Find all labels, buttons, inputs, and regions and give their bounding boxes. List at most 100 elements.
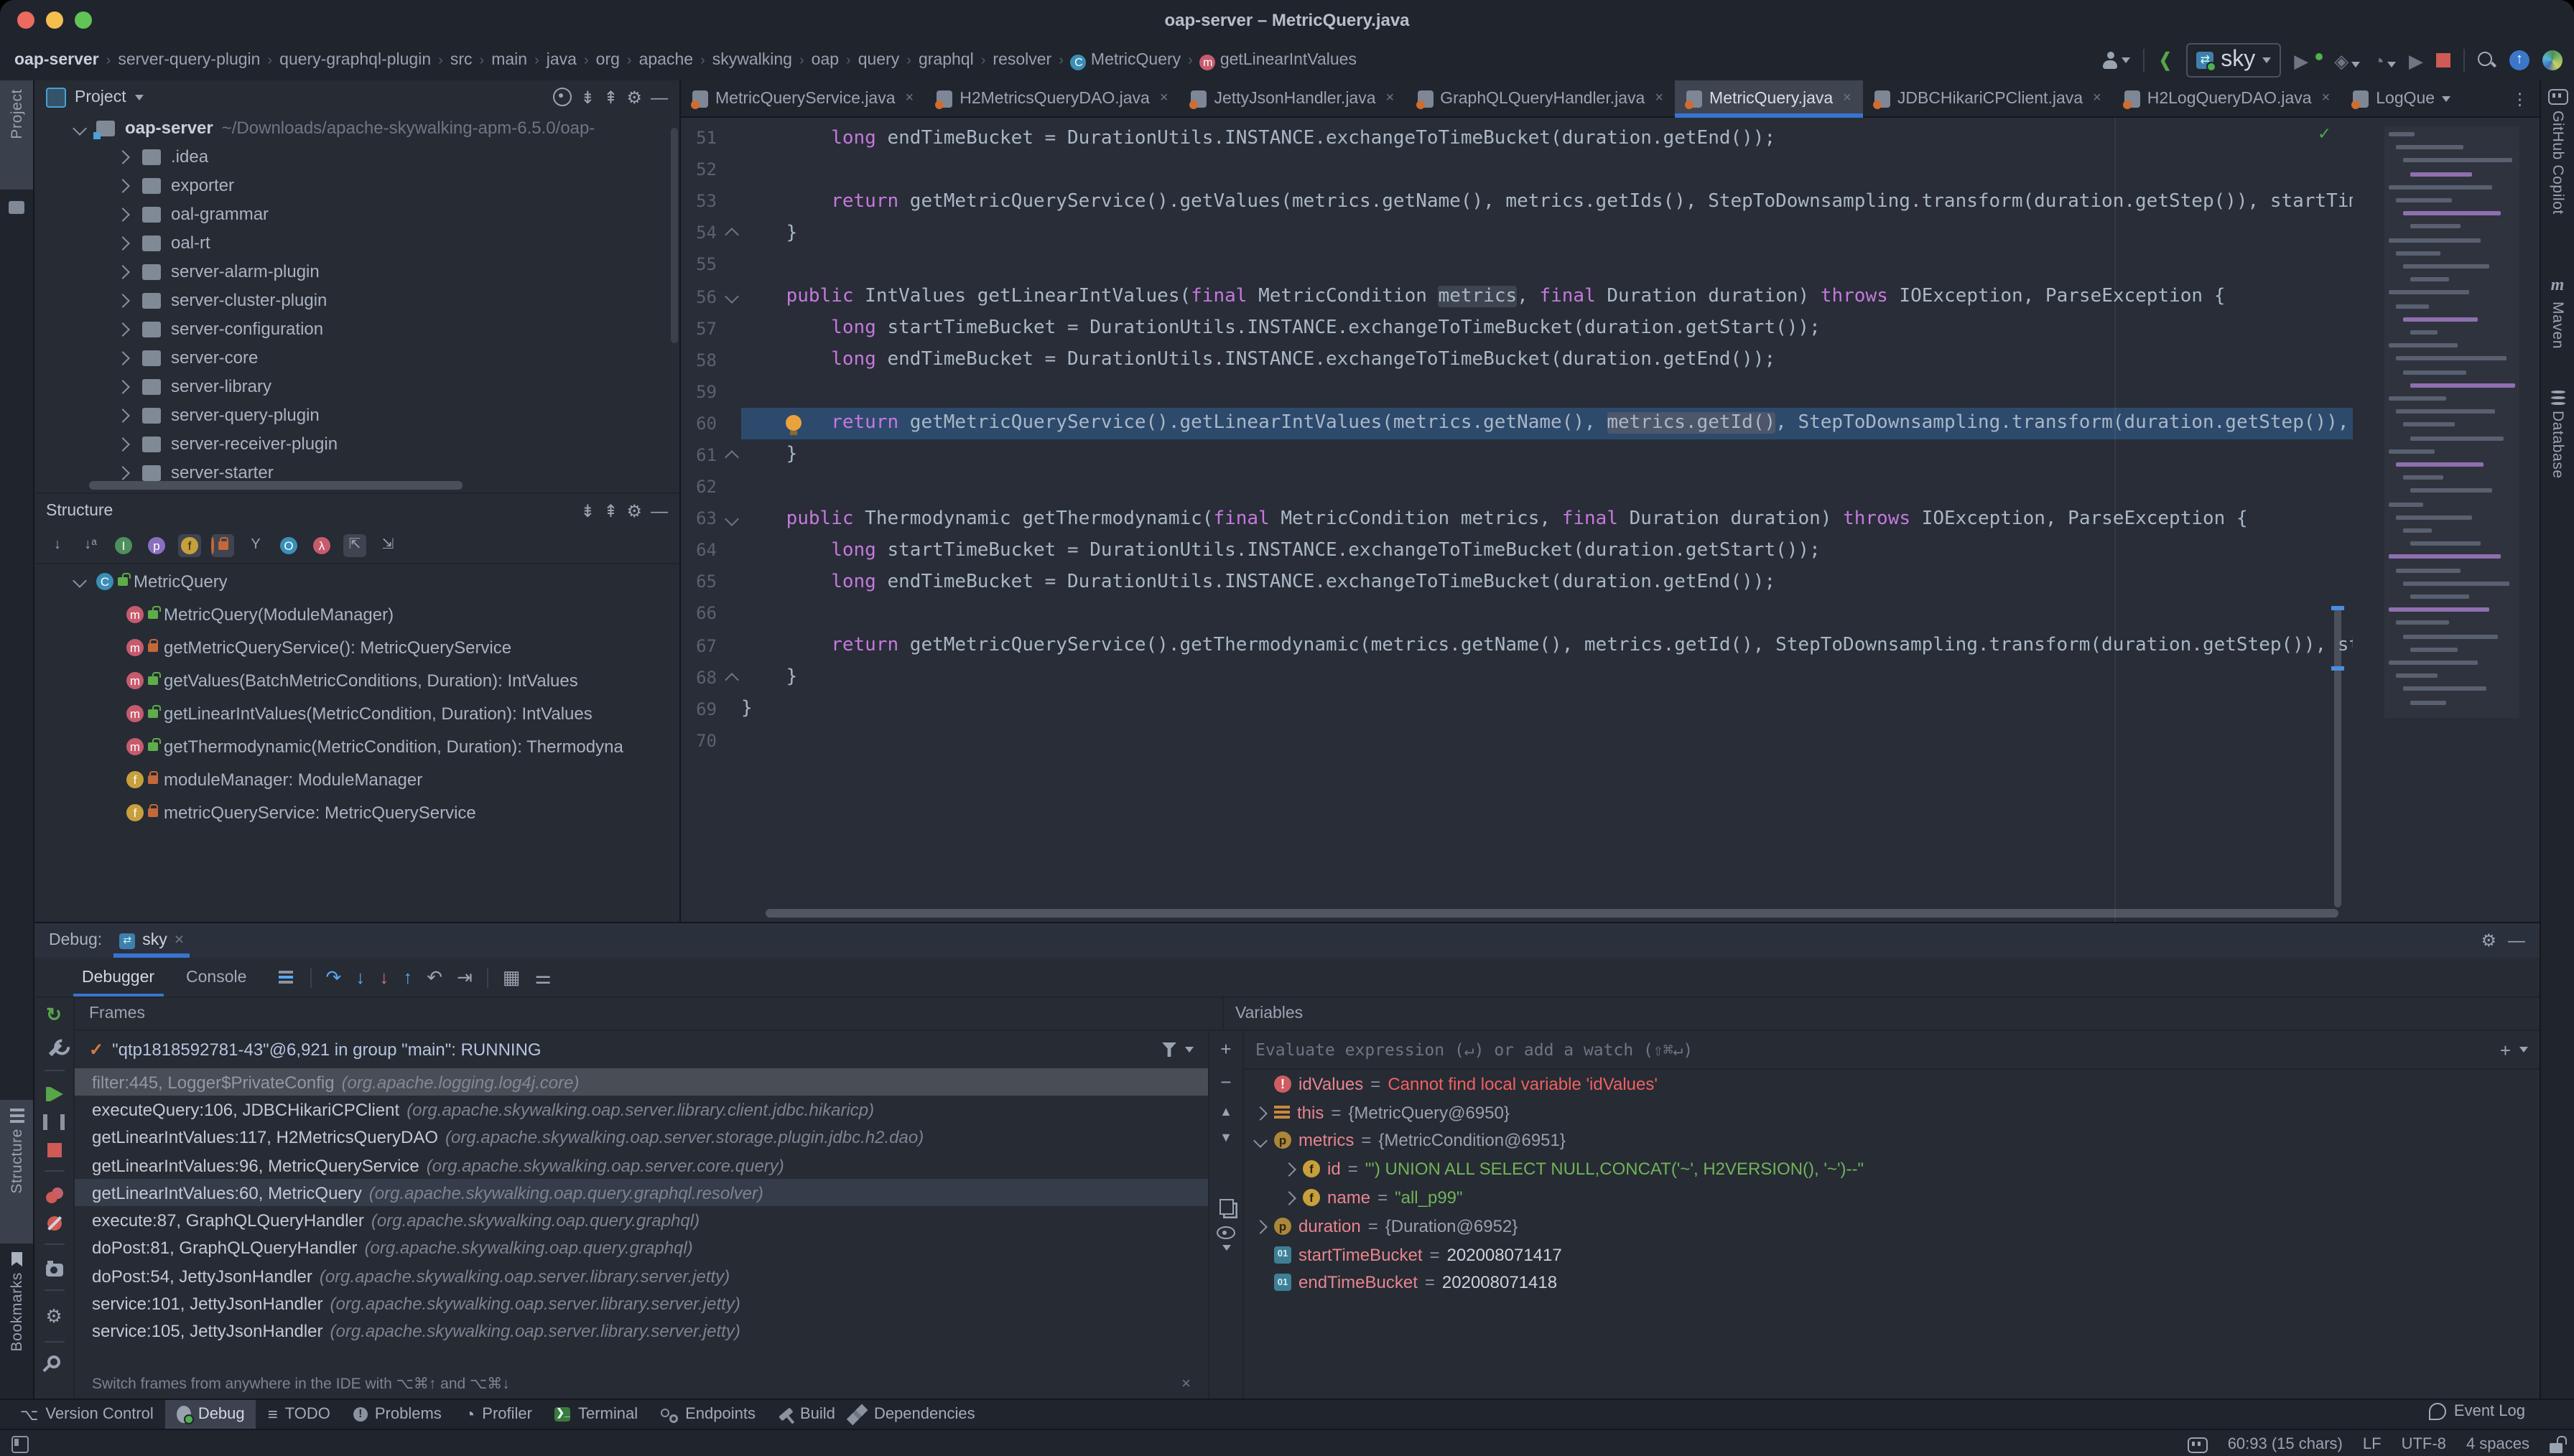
project-tree-root[interactable]: oap-server~/Downloads/apache-skywalking-… [34, 113, 679, 142]
variable-chevron[interactable] [1255, 1131, 1267, 1151]
show-non-public-icon[interactable] [211, 533, 234, 556]
code-text[interactable]: return getMetricQueryService().getValues… [741, 185, 2353, 217]
code-line[interactable]: 70 [681, 725, 2353, 757]
project-tree-item[interactable]: server-cluster-plugin [34, 286, 679, 314]
variable-row[interactable]: fname="all_p99" [1244, 1183, 2540, 1212]
breadcrumb-item[interactable]: server-query-plugin [115, 52, 263, 69]
line-number[interactable]: 64 [681, 541, 721, 561]
project-tree-item[interactable]: server-receiver-plugin [34, 429, 679, 458]
project-tree-item[interactable]: exporter [34, 171, 679, 200]
tab-console[interactable]: Console [177, 958, 255, 997]
caret-position[interactable]: 60:93 (15 chars) [2228, 1436, 2343, 1453]
code-line[interactable]: 66 [681, 598, 2353, 630]
variable-row[interactable]: fid="') UNION ALL SELECT NULL,CONCAT('~'… [1244, 1155, 2540, 1184]
code-text[interactable]: return getMetricQueryService().getThermo… [741, 630, 2353, 661]
sort-by-visibility-icon[interactable]: ↓ [46, 533, 69, 556]
code-text[interactable]: long startTimeBucket = DurationUtils.INS… [741, 312, 2353, 344]
sidebar-item-database[interactable]: Database [2541, 381, 2574, 487]
pin-tab-icon[interactable] [45, 1353, 62, 1371]
view-options-dropdown[interactable] [1222, 1245, 1230, 1251]
code-text[interactable]: long startTimeBucket = DurationUtils.INS… [741, 534, 2353, 566]
editor-tab[interactable]: H2MetricsQueryDAO.java× [925, 80, 1179, 116]
update-project-button[interactable]: ↑ [2509, 50, 2529, 70]
code-text[interactable]: long endTimeBucket = DurationUtils.INSTA… [741, 344, 2353, 375]
project-tree-item[interactable]: oal-rt [34, 228, 679, 257]
code-line[interactable]: 53return getMetricQueryService().getValu… [681, 185, 2353, 217]
show-lambdas-icon[interactable]: λ [310, 533, 333, 556]
breadcrumb-item[interactable]: main [488, 52, 530, 69]
frame-row[interactable]: doPost:81, GraphQLQueryHandler(org.apach… [75, 1235, 1208, 1263]
toolwindow-button-version-control[interactable]: ⌥Version Control [9, 1400, 165, 1429]
debugger-settings-wrench-icon[interactable] [49, 1043, 62, 1056]
line-number[interactable]: 69 [681, 699, 721, 719]
show-fields-icon[interactable]: f [178, 533, 201, 556]
frame-row[interactable]: getLinearIntValues:117, H2MetricsQueryDA… [75, 1124, 1208, 1152]
close-tab-icon[interactable]: × [2322, 90, 2331, 106]
frame-row[interactable]: service:105, JettyJsonHandler(org.apache… [75, 1317, 1208, 1345]
line-number[interactable]: 56 [681, 286, 721, 307]
line-number[interactable]: 63 [681, 508, 721, 528]
editor-tab[interactable]: JettyJsonHandler.java× [1180, 80, 1406, 116]
code-line[interactable]: 55 [681, 249, 2353, 281]
code-text[interactable] [741, 598, 2353, 630]
stop-button[interactable] [2436, 53, 2450, 67]
project-tree-item[interactable]: server-core [34, 343, 679, 372]
resume-program-icon[interactable] [50, 1087, 63, 1101]
fold-marker-icon[interactable] [724, 289, 738, 304]
breadcrumb-item[interactable]: org [593, 52, 623, 69]
structure-item[interactable]: mgetValues(BatchMetricConditions, Durati… [34, 663, 679, 696]
fold-marker-icon[interactable] [724, 672, 738, 686]
thread-selector[interactable]: ✓ "qtp1818592781-43"@6,921 in group "mai… [75, 1031, 1208, 1068]
stop-program-icon[interactable] [47, 1143, 61, 1157]
line-number[interactable]: 67 [681, 635, 721, 655]
frame-row[interactable]: getLinearIntValues:60, MetricQuery(org.a… [75, 1179, 1208, 1207]
breadcrumb-item[interactable]: oap-server [11, 52, 102, 69]
structure-item[interactable]: mgetThermodynamic(MetricCondition, Durat… [34, 729, 679, 762]
thread-dropdown-icon[interactable] [1185, 1047, 1194, 1053]
line-number[interactable]: 57 [681, 318, 721, 338]
restore-layout-icon[interactable] [278, 971, 292, 974]
sidebar-item-structure[interactable]: Structure [0, 1100, 33, 1243]
variable-row[interactable]: 01endTimeBucket=202008071418 [1244, 1269, 2540, 1297]
code-text[interactable] [741, 154, 2353, 185]
code-text[interactable] [741, 725, 2353, 757]
copy-stack-icon[interactable] [1219, 1199, 1233, 1215]
editor-horizontal-scrollbar[interactable] [766, 909, 2338, 918]
debug-session-tab[interactable]: ⇄ sky × [113, 923, 190, 958]
line-ending[interactable]: LF [2363, 1436, 2382, 1453]
code-line[interactable]: 67 return getMetricQueryService().getTher… [681, 630, 2353, 661]
structure-item[interactable]: mMetricQuery(ModuleManager) [34, 597, 679, 630]
code-line[interactable]: 60return getMetricQueryService().getLine… [681, 408, 2353, 439]
filter-frames-icon[interactable] [1162, 1042, 1176, 1057]
line-number[interactable]: 61 [681, 445, 721, 465]
code-line[interactable]: 63 public Thermodynamic getThermodynamic(… [681, 503, 2353, 534]
close-tab-icon[interactable]: × [1160, 90, 1168, 106]
variable-chevron[interactable] [1284, 1187, 1296, 1208]
toolwindow-button-todo[interactable]: ≡TODO [256, 1400, 342, 1429]
project-tree-item[interactable]: server-library [34, 372, 679, 401]
breadcrumb-item[interactable]: resolver [990, 52, 1054, 69]
run-to-cursor-icon[interactable]: ⇥ [457, 968, 473, 986]
project-settings-icon[interactable]: ⚙ [626, 88, 642, 106]
code-line[interactable]: 69} [681, 693, 2353, 724]
indent-setting[interactable]: 4 spaces [2466, 1436, 2529, 1453]
code-text[interactable]: public Thermodynamic getThermodynamic(fi… [741, 503, 2353, 534]
user-menu-button[interactable] [2101, 52, 2130, 69]
code-text[interactable]: public IntValues getLinearIntValues(fina… [741, 281, 2353, 312]
fold-marker-icon[interactable] [724, 511, 738, 526]
sidebar-item-maven[interactable]: m Maven [2541, 266, 2574, 358]
code-line[interactable]: 65long endTimeBucket = DurationUtils.INS… [681, 566, 2353, 598]
code-text[interactable]: long endTimeBucket = DurationUtils.INSTA… [741, 122, 2353, 154]
breadcrumb-item[interactable]: query [855, 52, 903, 69]
coverage-button[interactable]: ◈ [2334, 51, 2360, 70]
project-vertical-scrollbar[interactable] [671, 128, 678, 343]
code-line[interactable]: 62 [681, 471, 2353, 503]
readonly-toggle-icon[interactable] [2550, 1442, 2563, 1452]
close-tab-icon[interactable]: × [1843, 90, 1851, 106]
line-number[interactable]: 65 [681, 572, 721, 592]
editor-tab[interactable]: LogQue [2341, 80, 2462, 116]
line-number[interactable]: 52 [681, 159, 721, 179]
frame-row[interactable]: filter:445, Logger$PrivateConfig(org.apa… [75, 1068, 1208, 1096]
code-line[interactable]: 68} [681, 661, 2353, 693]
code-line[interactable]: 59 [681, 376, 2353, 408]
